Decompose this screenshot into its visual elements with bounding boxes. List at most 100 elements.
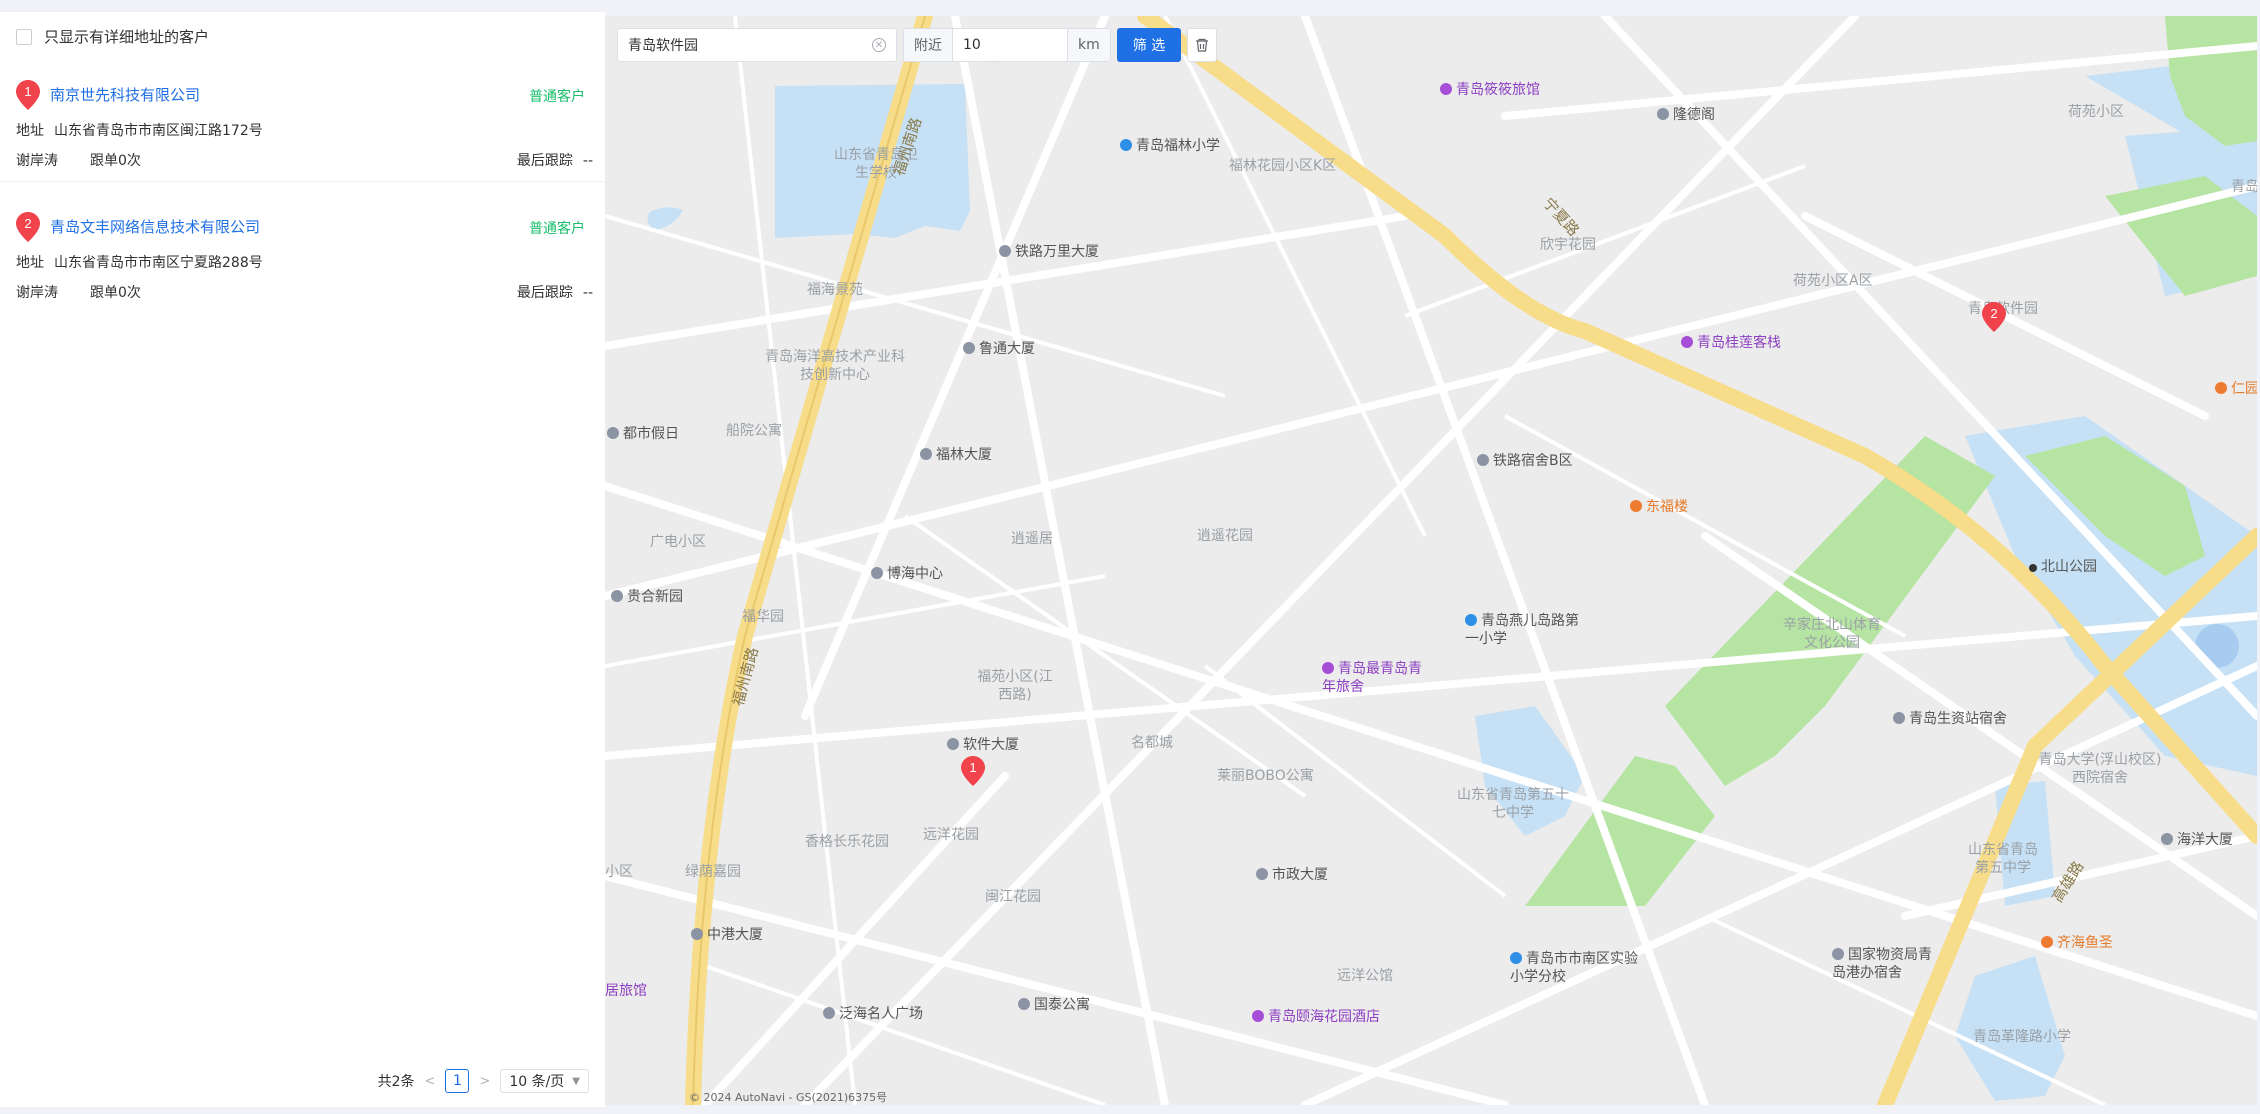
map-poi-label: 博海中心 bbox=[871, 563, 943, 583]
map-area-label: 青岛大学(浮山校区)西院宿舍 bbox=[2038, 752, 2162, 786]
customer-name-link[interactable]: 南京世先科技有限公司 bbox=[50, 84, 200, 105]
map-area-label: 青岛 bbox=[2231, 179, 2257, 195]
page-number-button[interactable]: 1 bbox=[445, 1069, 470, 1093]
hotel-icon bbox=[1252, 1010, 1264, 1022]
map-poi-label: 中港大厦 bbox=[691, 924, 763, 944]
map-poi-label: 仁园 bbox=[2215, 378, 2257, 398]
map-poi-label: 青岛生资站宿舍 bbox=[1893, 708, 2007, 728]
customer-name-link[interactable]: 青岛文丰网络信息技术有限公司 bbox=[50, 216, 260, 237]
poi-icon bbox=[607, 427, 619, 439]
customer-meta: 谢岸涛 跟单0次 最后跟踪 -- bbox=[16, 282, 593, 302]
map-search-toolbar: 青岛软件园 ✕ 附近 10 km 筛 选 bbox=[617, 28, 1218, 62]
hotel-icon bbox=[1440, 83, 1452, 95]
detail-address-filter-label: 只显示有详细地址的客户 bbox=[44, 28, 210, 46]
pagination: 共2条 < 1 > 10 条/页 ▼ bbox=[378, 1069, 589, 1093]
poi-icon bbox=[963, 342, 975, 354]
app-root: 只显示有详细地址的客户 1 南京世先科技有限公司 普通客户 地址 山东省青岛市市南… bbox=[0, 0, 2260, 1114]
map-view[interactable]: 逍遥二路小区 青岛筱筱旅馆 隆德阁 荷苑小区 青岛福林小学 福林花园小区K区 山… bbox=[605, 16, 2257, 1105]
map-poi-label: 国泰公寓 bbox=[1018, 994, 1090, 1014]
distance-input[interactable]: 10 bbox=[953, 29, 1067, 61]
distance-input-group: 附近 10 km bbox=[903, 28, 1111, 62]
customer-address: 地址 山东省青岛市市南区宁夏路288号 bbox=[16, 252, 263, 272]
map-poi-label: 市政大厦 bbox=[1256, 864, 1328, 884]
map-poi-label: 青岛最青岛青年旅舍 bbox=[1322, 661, 1422, 695]
customer-map-marker[interactable]: 2 bbox=[1982, 302, 2006, 332]
map-poi-label: 青岛桂莲客栈 bbox=[1681, 332, 1781, 352]
map-area-label: 福华园 bbox=[742, 609, 784, 625]
customer-card-header: 1 南京世先科技有限公司 普通客户 bbox=[16, 80, 585, 110]
map-poi-label: 软件大厦 bbox=[947, 734, 1019, 754]
map-area-label: 福苑小区(江西路) bbox=[977, 669, 1053, 703]
marker-number: 1 bbox=[969, 760, 976, 775]
customer-list-panel: 只显示有详细地址的客户 1 南京世先科技有限公司 普通客户 地址 山东省青岛市市南… bbox=[0, 12, 605, 1107]
school-icon bbox=[1510, 952, 1522, 964]
detail-address-checkbox[interactable] bbox=[16, 28, 32, 45]
customer-meta: 谢岸涛 跟单0次 最后跟踪 -- bbox=[16, 150, 593, 170]
map-area-label: 小区 bbox=[605, 864, 633, 880]
nearby-label: 附近 bbox=[904, 29, 953, 61]
map-area-label: 船院公寓 bbox=[726, 423, 782, 439]
pin-number: 1 bbox=[24, 84, 31, 99]
poi-icon bbox=[947, 738, 959, 750]
map-poi-label: 青岛颐海花园酒店 bbox=[1252, 1006, 1380, 1026]
follow-count: 跟单0次 bbox=[90, 153, 141, 169]
map-poi-label: 北山公园 bbox=[2029, 556, 2097, 576]
last-follow-value: -- bbox=[582, 285, 593, 301]
poi-icon bbox=[1657, 108, 1669, 120]
poi-icon bbox=[611, 590, 623, 602]
map-area-label: 远洋公馆 bbox=[1337, 968, 1393, 984]
poi-icon bbox=[691, 928, 703, 940]
address-label: 地址 bbox=[16, 255, 44, 271]
map-area-label: 山东省青岛第五中学 bbox=[1968, 842, 2038, 876]
map-poi-label: 铁路万里大厦 bbox=[999, 241, 1099, 261]
customer-card-header: 2 青岛文丰网络信息技术有限公司 普通客户 bbox=[16, 212, 585, 242]
poi-icon bbox=[1256, 868, 1268, 880]
customer-card: 2 青岛文丰网络信息技术有限公司 普通客户 地址 山东省青岛市市南区宁夏路288号… bbox=[0, 194, 605, 314]
map-area-label: 青岛革隆路小学 bbox=[1973, 1029, 2071, 1045]
map-poi-label: 青岛筱筱旅馆 bbox=[1440, 79, 1540, 99]
map-area-label: 逍遥花园 bbox=[1197, 528, 1253, 544]
map-area-label: 福海景苑 bbox=[807, 282, 863, 298]
map-area-label: 闽江花园 bbox=[985, 889, 1041, 905]
map-poi-label: 居旅馆 bbox=[605, 983, 647, 999]
page-size-select[interactable]: 10 条/页 ▼ bbox=[500, 1069, 589, 1093]
map-pin-icon: 1 bbox=[16, 80, 40, 110]
customer-map-marker[interactable]: 1 bbox=[961, 756, 985, 786]
customer-type-badge: 普通客户 bbox=[529, 221, 585, 237]
map-area-label: 香格长乐花园 bbox=[805, 834, 889, 850]
map-copyright: © 2024 AutoNavi - GS(2021)6375号 bbox=[689, 1091, 888, 1104]
poi-icon bbox=[999, 245, 1011, 257]
map-poi-label: 国家物资局青岛港办宿舍 bbox=[1832, 947, 1932, 981]
restaurant-icon bbox=[2041, 936, 2053, 948]
map-poi-label: 青岛福林小学 bbox=[1120, 135, 1220, 155]
last-follow: 最后跟踪 -- bbox=[517, 150, 593, 170]
map-poi-label: 海洋大厦 bbox=[2161, 829, 2233, 849]
page-size-value: 10 条/页 bbox=[509, 1074, 565, 1090]
filter-button[interactable]: 筛 选 bbox=[1116, 28, 1182, 62]
map-poi-label: 贵合新园 bbox=[611, 586, 683, 606]
map-area-label: 山东省青岛第五十七中学 bbox=[1457, 787, 1569, 821]
last-follow-value: -- bbox=[582, 153, 593, 169]
map-poi-label: 东福楼 bbox=[1630, 496, 1688, 516]
location-search-input[interactable]: 青岛软件园 ✕ bbox=[617, 28, 897, 62]
poi-icon bbox=[920, 448, 932, 460]
prev-page-button[interactable]: < bbox=[425, 1074, 436, 1089]
poi-icon bbox=[1018, 998, 1030, 1010]
restaurant-icon bbox=[2215, 382, 2227, 394]
clear-filter-button[interactable] bbox=[1187, 28, 1218, 62]
map-area-label: 名都城 bbox=[1131, 735, 1173, 751]
pagination-total: 共2条 bbox=[377, 1074, 415, 1090]
poi-icon bbox=[823, 1007, 835, 1019]
poi-icon bbox=[1832, 948, 1844, 960]
map-area-label: 辛家庄北山体育文化公园 bbox=[1783, 617, 1881, 651]
address-value: 山东省青岛市市南区宁夏路288号 bbox=[54, 255, 263, 271]
map-poi-label: 隆德阁 bbox=[1657, 104, 1715, 124]
map-poi-label: 青岛燕儿岛路第一小学 bbox=[1465, 613, 1579, 647]
hotel-icon bbox=[1322, 662, 1334, 674]
next-page-button[interactable]: > bbox=[479, 1074, 490, 1089]
chevron-down-icon: ▼ bbox=[572, 1075, 580, 1087]
map-poi-label: 青岛市市南区实验小学分校 bbox=[1510, 951, 1638, 985]
detail-address-filter[interactable]: 只显示有详细地址的客户 bbox=[16, 26, 209, 47]
last-follow: 最后跟踪 -- bbox=[517, 282, 593, 302]
clear-icon[interactable]: ✕ bbox=[872, 38, 886, 52]
